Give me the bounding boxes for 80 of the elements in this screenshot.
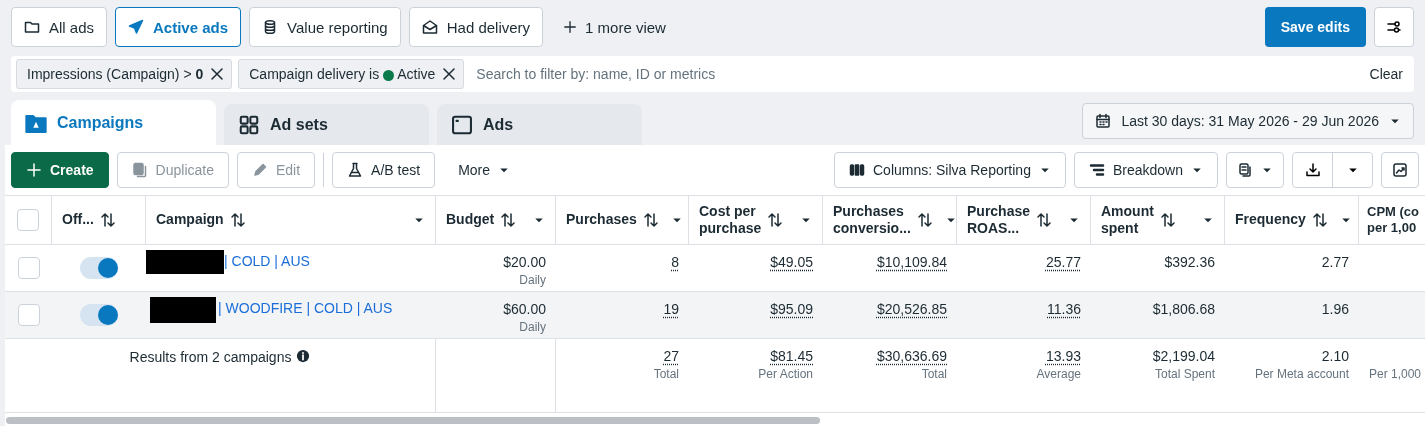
sliders-icon <box>1386 19 1402 35</box>
view-button[interactable]: All ads <box>11 7 108 47</box>
pencil-icon <box>251 162 268 178</box>
total-label: Per 1,000 <box>1369 366 1422 383</box>
close-icon <box>209 66 226 82</box>
table-cell: $49.05 <box>770 253 813 271</box>
filter-field[interactable]: Impressions (Campaign) > 0 Campaign delivery is Active Search to filter by: name, ID or metrics Clear <box>11 56 1414 92</box>
filter-chip[interactable]: Campaign delivery is Active <box>238 59 465 89</box>
columns-button[interactable]: Columns: Silva Reporting <box>834 152 1066 188</box>
view-button[interactable]: Value reporting <box>249 7 401 47</box>
toggle-switch[interactable] <box>80 304 118 326</box>
results-summary: Results from 2 campaigns <box>129 349 292 365</box>
budget-type: Daily <box>519 319 546 336</box>
grid-icon <box>238 113 260 136</box>
table-cell: $10,109.84 <box>876 253 947 271</box>
total-value: 13.93 <box>1045 347 1081 365</box>
table-cell: $60.00 <box>503 300 546 318</box>
breakdown-icon <box>1088 162 1105 178</box>
info-icon <box>296 349 311 363</box>
plus-icon <box>26 162 42 178</box>
table-cell: 8 <box>671 253 679 271</box>
total-label: Per Meta account <box>1254 366 1349 383</box>
campaign-link[interactable]: | COLD | AUS <box>224 250 310 269</box>
save-button[interactable]: Save edits <box>1264 7 1366 47</box>
duplicate-icon <box>131 162 148 178</box>
tab[interactable]: Ads <box>437 104 642 145</box>
scrollbar-thumb[interactable] <box>6 417 820 424</box>
total-value: $2,199.04 <box>1152 347 1215 365</box>
tab[interactable]: Ad sets <box>224 104 429 145</box>
plus-icon <box>563 20 578 34</box>
breakdown-button[interactable]: Breakdown <box>1073 152 1218 188</box>
close-icon <box>441 66 458 82</box>
tab[interactable]: Campaigns <box>11 100 216 145</box>
chart-icon <box>1392 162 1408 178</box>
table-row[interactable]: | WOODFIRE | COLD | AUS $60.00 Daily 19 $95.09 $20,526.85 11.36 $1,806.68 1.96 <box>5 292 1425 339</box>
total-label: Total <box>921 366 947 383</box>
table-cell: 11.36 <box>1047 300 1081 318</box>
checkbox[interactable] <box>17 257 40 279</box>
folder-icon <box>24 19 40 35</box>
table-cell: $1,806.68 <box>1152 300 1215 318</box>
table-cell: 1.96 <box>1321 300 1349 318</box>
create-button[interactable]: Create <box>11 152 109 188</box>
total-label: Total Spent <box>1154 366 1215 383</box>
table-cell: $20,526.85 <box>876 300 947 318</box>
total-value: 27 <box>663 347 679 365</box>
budget-type: Daily <box>519 272 546 289</box>
table-cell: 25.77 <box>1045 253 1081 271</box>
stack-icon <box>1237 162 1253 178</box>
clear-button[interactable]: Clear <box>1363 66 1409 82</box>
envelope-icon <box>421 19 438 35</box>
add-view-button[interactable]: 1 more view <box>551 7 678 47</box>
columns-icon <box>849 162 865 178</box>
toolbar-button[interactable]: A/B test <box>332 152 436 188</box>
calendar-icon <box>1095 112 1112 129</box>
checkbox[interactable] <box>17 304 40 326</box>
total-label: Per Action <box>758 366 813 383</box>
campaign-link[interactable]: | WOODFIRE | COLD | AUS <box>218 297 393 316</box>
view-button[interactable]: Active ads <box>115 7 242 47</box>
date-range-button[interactable]: Last 30 days: 31 May 2026 - 29 Jun 2026 <box>1082 102 1414 139</box>
settings-button[interactable] <box>1374 7 1414 47</box>
flask-icon <box>347 162 364 178</box>
view-button[interactable]: Had delivery <box>408 7 544 47</box>
download-icon <box>1304 162 1321 178</box>
table-cell: $95.09 <box>770 300 813 318</box>
table-cell: $20.00 <box>503 253 546 271</box>
window-icon <box>451 113 473 136</box>
total-value: $30,636.69 <box>876 347 947 365</box>
table-cell: 2.77 <box>1321 253 1349 271</box>
table-cell: 19 <box>663 300 679 318</box>
charts-button[interactable] <box>1381 152 1419 188</box>
total-value: $81.45 <box>770 347 813 365</box>
reports-button[interactable] <box>1226 152 1284 188</box>
toggle-switch[interactable] <box>80 257 118 279</box>
paper-plane-icon <box>128 19 145 35</box>
filter-chip[interactable]: Impressions (Campaign) > 0 <box>16 59 233 89</box>
total-label: Total <box>653 366 679 383</box>
total-label: Average <box>1036 366 1081 383</box>
checkbox[interactable] <box>17 209 39 231</box>
total-value: 2.10 <box>1321 347 1349 365</box>
table-cell: $392.36 <box>1164 253 1215 271</box>
